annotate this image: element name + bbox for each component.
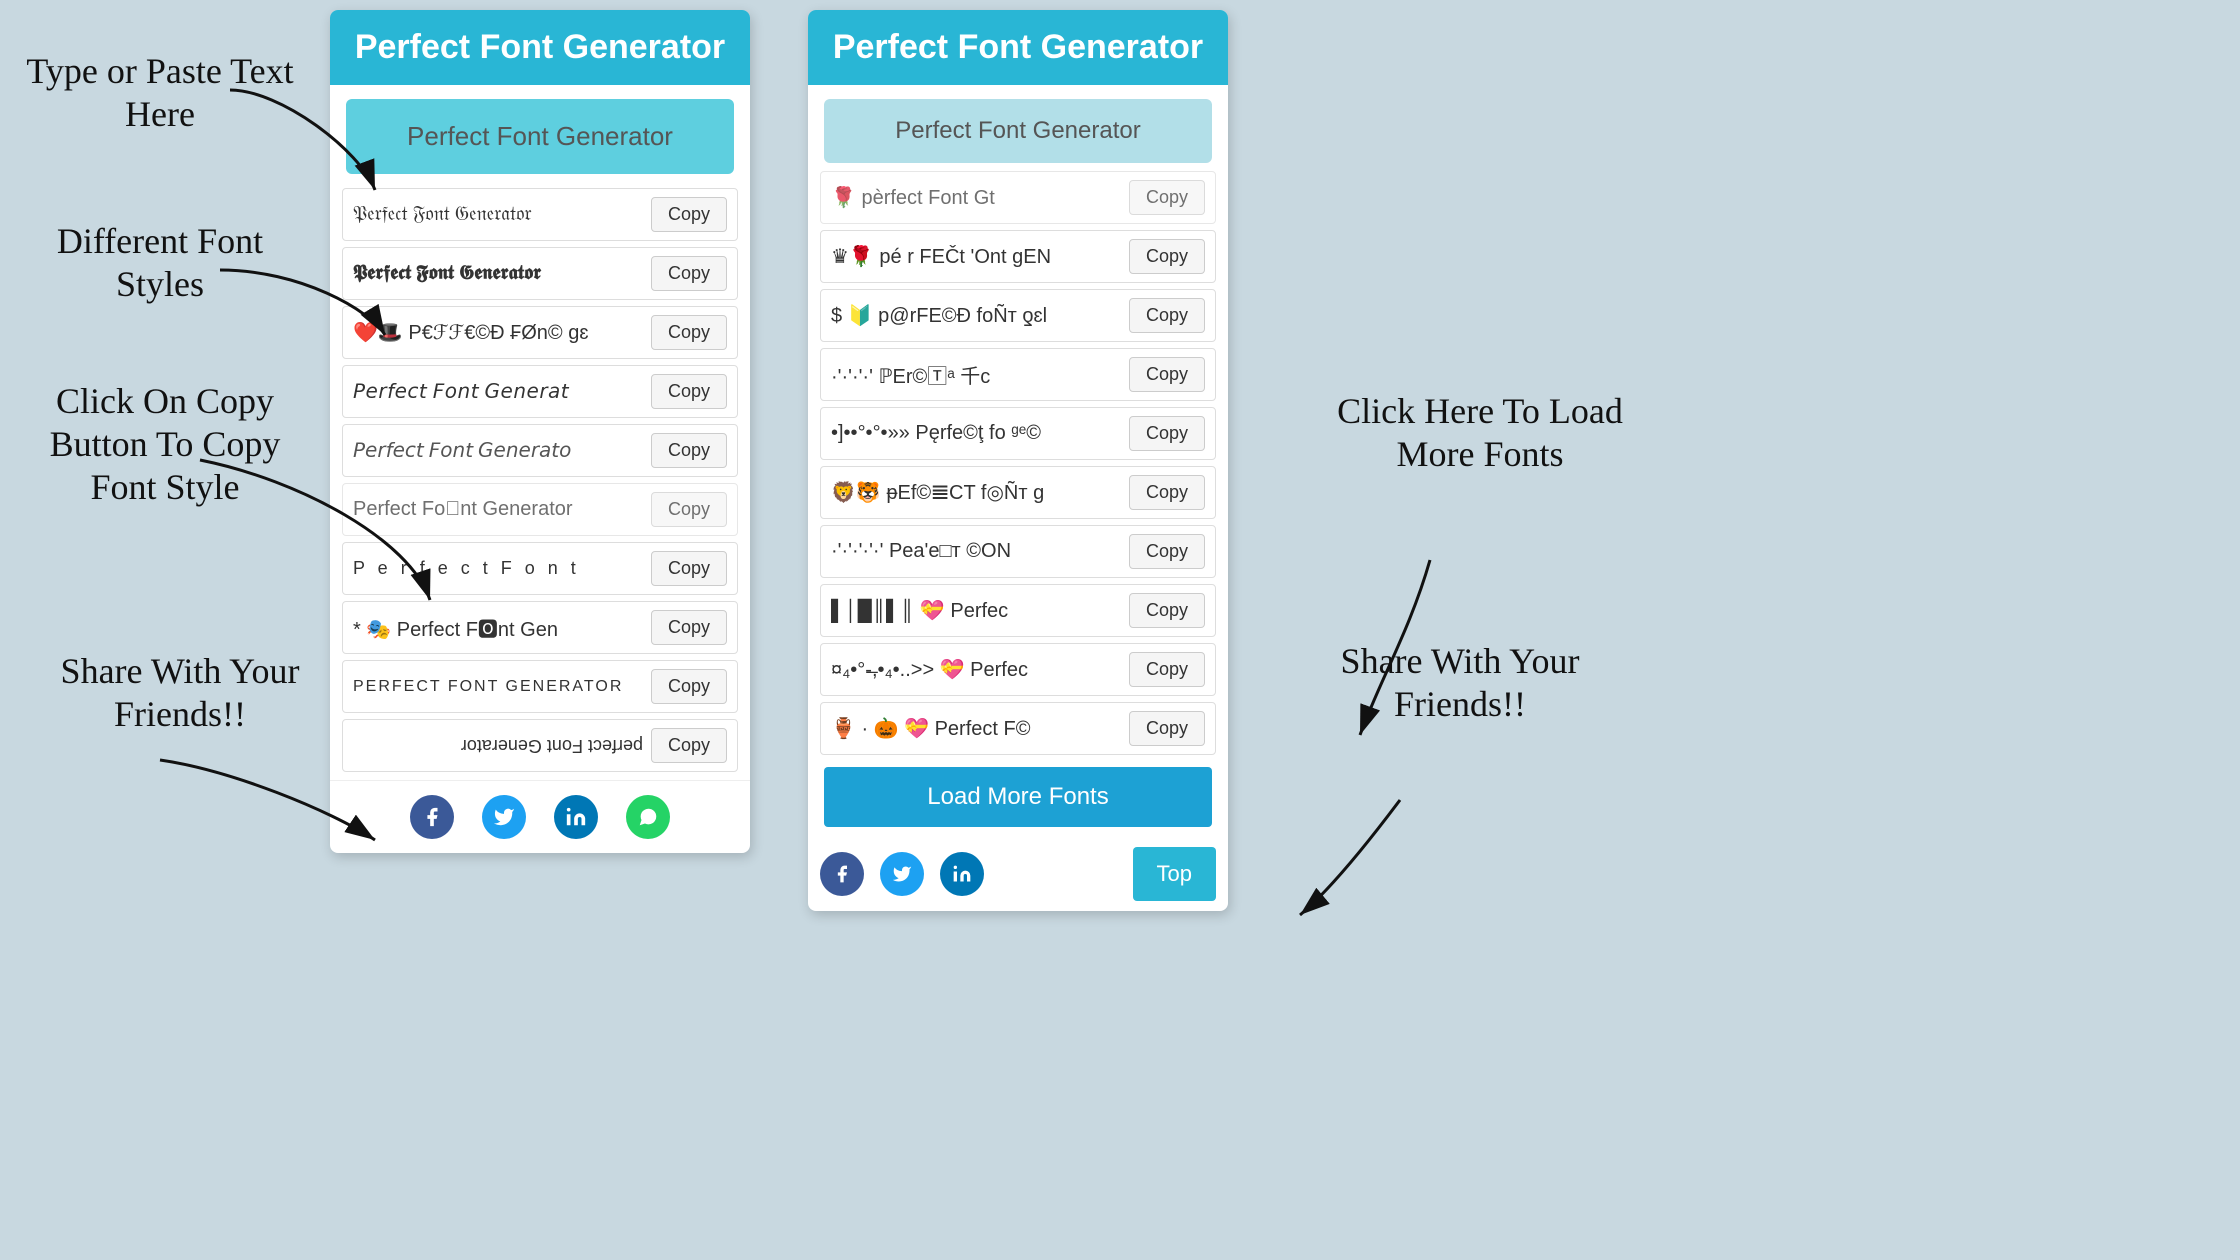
font-row: P e r f e c t F o n t Copy	[342, 542, 738, 595]
copy-button[interactable]: Copy	[651, 197, 727, 232]
copy-button[interactable]: Copy	[1129, 534, 1205, 569]
font-row: 𝘗𝘦𝘳𝘧𝘦𝘤𝘵 𝘍𝘰𝘯𝘵 𝘎𝘦𝘯𝘦𝘳𝘢𝘵𝘰 Copy	[342, 424, 738, 477]
right-phone-panel: Perfect Font Generator Perfect Font Gene…	[808, 10, 1228, 911]
copy-button[interactable]: Copy	[1129, 475, 1205, 510]
font-text: 𝕻𝖊𝖗𝖋𝖊𝖈𝖙 𝕱𝖔𝖓𝖙 𝕲𝖊𝖓𝖊𝖗𝖆𝖙𝖔𝖗	[353, 262, 643, 285]
font-row: PERFECT FONT GENERATOR Copy	[342, 660, 738, 713]
font-row: * 🎭 Perfect F🅾nt Gen Copy	[342, 601, 738, 654]
annotation-type-paste: Type or Paste Text Here	[20, 50, 300, 136]
copy-button[interactable]: Copy	[651, 315, 727, 350]
facebook-icon[interactable]	[820, 852, 864, 896]
bottom-bar: Top	[808, 839, 1228, 911]
font-row: perfect Font Generator Copy	[342, 719, 738, 772]
copy-button[interactable]: Copy	[1129, 298, 1205, 333]
copy-button[interactable]: Copy	[651, 256, 727, 291]
font-row: •]••°•°•»» Pęrfe©ţ fo ᵍᵉ© Copy	[820, 407, 1216, 460]
social-icons-group	[820, 852, 984, 896]
font-text: 𝘗𝘦𝘳𝘧𝘦𝘤𝘵 𝘍𝘰𝘯𝘵 𝘎𝘦𝘯𝘦𝘳𝘢𝘵	[353, 379, 643, 404]
left-panel-header: Perfect Font Generator	[330, 10, 750, 85]
copy-button[interactable]: Copy	[1129, 357, 1205, 392]
annotation-click-copy: Click On Copy Button To Copy Font Style	[20, 380, 310, 510]
copy-button[interactable]: Copy	[651, 610, 727, 645]
font-text: P e r f e c t F o n t	[353, 558, 643, 579]
font-row: Perfect Fo⃣nt Generator Copy	[342, 483, 738, 536]
annotation-share-right: Share With Your Friends!!	[1310, 640, 1610, 726]
copy-button[interactable]: Copy	[651, 728, 727, 763]
social-bar	[330, 780, 750, 853]
font-row: ❤️🎩 P€ℱℱ€©Ð ₣Øn© gɛ Copy	[342, 306, 738, 359]
linkedin-icon[interactable]	[940, 852, 984, 896]
font-text: 🌹 pèrfect Font Gt	[831, 185, 1121, 210]
font-text: ❤️🎩 P€ℱℱ€©Ð ₣Øn© gɛ	[353, 320, 643, 345]
twitter-icon[interactable]	[482, 795, 526, 839]
font-text: ♛🌹 pé r FEČt 'Ont gEN	[831, 244, 1121, 269]
font-row: 𝔓𝔢𝔯𝔣𝔢𝔠𝔱 𝔉𝔬𝔫𝔱 𝔊𝔢𝔫𝔢𝔯𝔞𝔱𝔬𝔯 Copy	[342, 188, 738, 241]
font-text: 🏺 · 🎃 💝 Perfect F©	[831, 716, 1121, 741]
copy-button[interactable]: Copy	[1129, 593, 1205, 628]
font-text: •]••°•°•»» Pęrfe©ţ fo ᵍᵉ©	[831, 422, 1121, 445]
font-row: ¤₄•°-̶,•₄•..>> 💝 Perfec Copy	[820, 643, 1216, 696]
top-button[interactable]: Top	[1133, 847, 1216, 901]
font-text: 🦁🐯 ᵽEf©𝌆CT f◎Ñт g	[831, 480, 1121, 505]
twitter-icon[interactable]	[880, 852, 924, 896]
copy-button[interactable]: Copy	[651, 669, 727, 704]
font-text: ·'·'·'·'·' Pea'e□т ©ON	[831, 540, 1121, 563]
font-text: ▌│█║▌║ 💝 Perfec	[831, 598, 1121, 623]
font-row: ·'·'·'·' ℙEr©🅃ᵃ 千c Copy	[820, 348, 1216, 401]
copy-button[interactable]: Copy	[651, 433, 727, 468]
font-row: 𝘗𝘦𝘳𝘧𝘦𝘤𝘵 𝘍𝘰𝘯𝘵 𝘎𝘦𝘯𝘦𝘳𝘢𝘵 Copy	[342, 365, 738, 418]
font-text: * 🎭 Perfect F🅾nt Gen	[353, 613, 643, 642]
font-text: perfect Font Generator	[353, 735, 643, 756]
right-panel-header: Perfect Font Generator	[808, 10, 1228, 85]
whatsapp-icon[interactable]	[626, 795, 670, 839]
font-text: 𝘗𝘦𝘳𝘧𝘦𝘤𝘵 𝘍𝘰𝘯𝘵 𝘎𝘦𝘯𝘦𝘳𝘢𝘵𝘰	[353, 438, 643, 463]
copy-button[interactable]: Copy	[651, 374, 727, 409]
annotation-load-more: Click Here To Load More Fonts	[1320, 390, 1640, 476]
copy-button[interactable]: Copy	[1129, 416, 1205, 451]
font-text: $ 🔰 p@rFE©Ð foÑт ƍɛl	[831, 303, 1121, 328]
font-row: $ 🔰 p@rFE©Ð foÑт ƍɛl Copy	[820, 289, 1216, 342]
copy-button[interactable]: Copy	[1129, 239, 1205, 274]
font-text: ¤₄•°-̶,•₄•..>> 💝 Perfec	[831, 657, 1121, 682]
arrow-share-right	[1250, 790, 1450, 930]
copy-button[interactable]: Copy	[1129, 711, 1205, 746]
linkedin-icon[interactable]	[554, 795, 598, 839]
font-text: 𝔓𝔢𝔯𝔣𝔢𝔠𝔱 𝔉𝔬𝔫𝔱 𝔊𝔢𝔫𝔢𝔯𝔞𝔱𝔬𝔯	[353, 203, 643, 226]
font-text: PERFECT FONT GENERATOR	[353, 678, 643, 696]
right-input-display: Perfect Font Generator	[824, 99, 1212, 163]
copy-button[interactable]: Copy	[651, 492, 727, 527]
copy-button[interactable]: Copy	[1129, 652, 1205, 687]
left-phone-panel: Perfect Font Generator 𝔓𝔢𝔯𝔣𝔢𝔠𝔱 𝔉𝔬𝔫𝔱 𝔊𝔢𝔫𝔢…	[330, 10, 750, 853]
font-row: ♛🌹 pé r FEČt 'Ont gEN Copy	[820, 230, 1216, 283]
text-input[interactable]	[346, 99, 734, 174]
copy-button[interactable]: Copy	[1129, 180, 1205, 215]
font-text: ·'·'·'·' ℙEr©🅃ᵃ 千c	[831, 360, 1121, 389]
font-row: 🏺 · 🎃 💝 Perfect F© Copy	[820, 702, 1216, 755]
copy-button[interactable]: Copy	[651, 551, 727, 586]
font-text: Perfect Fo⃣nt Generator	[353, 498, 643, 521]
facebook-icon[interactable]	[410, 795, 454, 839]
font-row: 🌹 pèrfect Font Gt Copy	[820, 171, 1216, 224]
font-row: ·'·'·'·'·' Pea'e□т ©ON Copy	[820, 525, 1216, 578]
font-row: 🦁🐯 ᵽEf©𝌆CT f◎Ñт g Copy	[820, 466, 1216, 519]
font-row: ▌│█║▌║ 💝 Perfec Copy	[820, 584, 1216, 637]
annotation-share-left: Share With Your Friends!!	[60, 650, 300, 736]
annotation-diff-fonts: Different Font Styles	[20, 220, 300, 306]
font-row: 𝕻𝖊𝖗𝖋𝖊𝖈𝖙 𝕱𝖔𝖓𝖙 𝕲𝖊𝖓𝖊𝖗𝖆𝖙𝖔𝖗 Copy	[342, 247, 738, 300]
load-more-button[interactable]: Load More Fonts	[824, 767, 1212, 827]
